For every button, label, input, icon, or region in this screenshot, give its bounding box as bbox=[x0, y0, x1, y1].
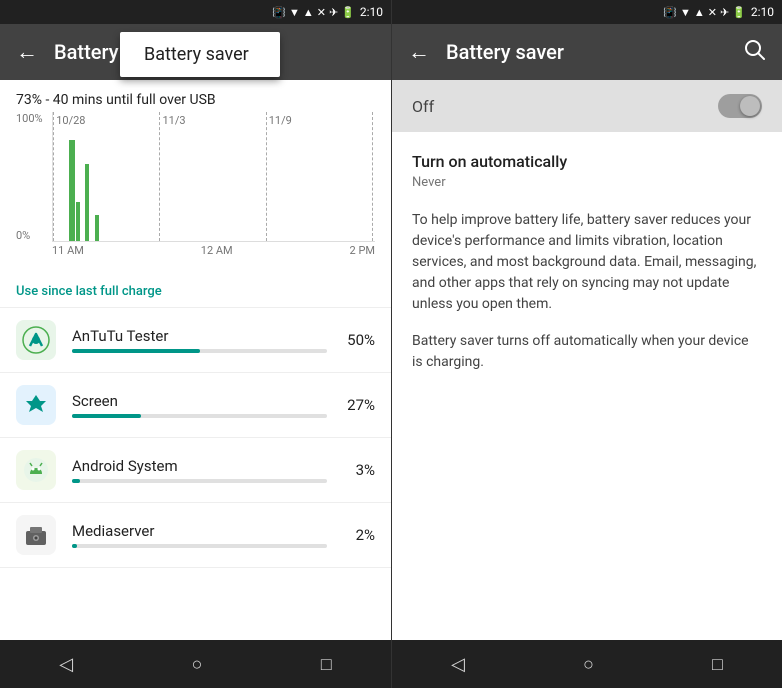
antutu-pct: 50% bbox=[339, 331, 375, 349]
antutu-bar-fill bbox=[72, 349, 200, 353]
x-label-3: 2 PM bbox=[350, 244, 375, 257]
android-system-bar-container bbox=[72, 479, 327, 483]
date-label-3: 11/9 bbox=[269, 114, 292, 127]
antutu-bar-container bbox=[72, 349, 327, 353]
mediaserver-info: Mediaserver bbox=[72, 522, 327, 548]
r-battery-icon: 🔋 bbox=[732, 6, 746, 19]
battery-saver-toggle[interactable] bbox=[718, 94, 762, 118]
left-bottom-nav: ◁ ○ □ bbox=[0, 640, 391, 688]
android-system-pct: 3% bbox=[339, 461, 375, 479]
r-wifi-icon: ▲ bbox=[694, 6, 705, 19]
battery-status-text: 73% - 40 mins until full over USB bbox=[0, 80, 391, 112]
antutu-name: AnTuTu Tester bbox=[72, 327, 327, 345]
left-back-button[interactable]: ← bbox=[16, 39, 38, 65]
search-icon[interactable] bbox=[744, 39, 766, 66]
r-vibrate-icon: 📳 bbox=[663, 6, 677, 19]
right-back-nav[interactable]: ◁ bbox=[451, 654, 465, 675]
info-text-2: Battery saver turns off automatically wh… bbox=[412, 331, 762, 373]
android-system-bar-fill bbox=[72, 479, 80, 483]
screen-bar-fill bbox=[72, 414, 141, 418]
nosim-icon: ✕ bbox=[317, 6, 326, 19]
vibrate-icon: 📳 bbox=[272, 6, 286, 19]
right-toolbar: ← Battery saver bbox=[392, 24, 782, 80]
left-status-bar: 📳 ▼ ▲ ✕ ✈ 🔋 2:10 bbox=[0, 0, 391, 24]
screen-name: Screen bbox=[72, 392, 327, 410]
right-title: Battery saver bbox=[446, 40, 744, 64]
bar-3 bbox=[85, 164, 89, 241]
airplane-icon: ✈ bbox=[329, 6, 338, 19]
left-toolbar: ← Battery Battery saver bbox=[0, 24, 391, 80]
chart-x-labels: 11 AM 12 AM 2 PM bbox=[52, 242, 375, 259]
right-status-bar: 📳 ▼ ▲ ✕ ✈ 🔋 2:10 bbox=[392, 0, 782, 24]
dashed-line-2 bbox=[159, 112, 160, 241]
date-label-1: 10/28 bbox=[56, 114, 85, 127]
battery-saver-dropdown[interactable]: Battery saver bbox=[120, 32, 280, 77]
antutu-info: AnTuTu Tester bbox=[72, 327, 327, 353]
right-panel: 📳 ▼ ▲ ✕ ✈ 🔋 2:10 ← Battery saver Off Tur… bbox=[391, 0, 782, 688]
app-item-android-system[interactable]: Android System 3% bbox=[0, 438, 391, 503]
right-recent-nav[interactable]: □ bbox=[712, 654, 723, 675]
android-system-name: Android System bbox=[72, 457, 327, 475]
mediaserver-name: Mediaserver bbox=[72, 522, 327, 540]
auto-on-title: Turn on automatically bbox=[412, 152, 762, 171]
mediaserver-pct: 2% bbox=[339, 526, 375, 544]
r-airplane-icon: ✈ bbox=[720, 6, 729, 19]
right-back-button[interactable]: ← bbox=[408, 39, 430, 65]
x-label-1: 11 AM bbox=[52, 244, 84, 257]
y-label-0: 0% bbox=[16, 229, 43, 242]
left-panel: 📳 ▼ ▲ ✕ ✈ 🔋 2:10 ← Battery Battery saver… bbox=[0, 0, 391, 688]
auto-on-subtitle: Never bbox=[412, 175, 762, 190]
right-status-icons: 📳 ▼ ▲ ✕ ✈ 🔋 2:10 bbox=[663, 5, 774, 19]
bar-1 bbox=[69, 140, 75, 241]
android-system-info: Android System bbox=[72, 457, 327, 483]
right-bottom-nav: ◁ ○ □ bbox=[392, 640, 782, 688]
r-signal-icon: ▼ bbox=[680, 6, 691, 19]
left-status-icons: 📳 ▼ ▲ ✕ ✈ 🔋 2:10 bbox=[272, 5, 383, 19]
right-home-nav[interactable]: ○ bbox=[583, 654, 594, 675]
x-label-2: 12 AM bbox=[201, 244, 233, 257]
dropdown-label[interactable]: Battery saver bbox=[144, 44, 249, 65]
left-time: 2:10 bbox=[360, 5, 383, 19]
android-system-icon bbox=[16, 450, 56, 490]
chart-y-labels: 100% 0% bbox=[16, 112, 43, 242]
bar-2 bbox=[76, 202, 80, 241]
battery-saver-toggle-row: Off bbox=[392, 80, 782, 132]
right-time: 2:10 bbox=[751, 5, 774, 19]
app-item-screen[interactable]: Screen 27% bbox=[0, 373, 391, 438]
dashed-line-3 bbox=[266, 112, 267, 241]
app-item-mediaserver[interactable]: Mediaserver 2% bbox=[0, 503, 391, 568]
r-nosim-icon: ✕ bbox=[708, 6, 717, 19]
chart-container: 10/28 11/3 11/9 bbox=[52, 112, 375, 242]
bar-4 bbox=[95, 215, 99, 241]
app-item-antutu[interactable]: AnTuTu Tester 50% bbox=[0, 308, 391, 373]
signal-icon: ▼ bbox=[289, 6, 300, 19]
left-title: Battery bbox=[54, 40, 118, 64]
antutu-icon bbox=[16, 320, 56, 360]
app-list: AnTuTu Tester 50% Screen 27% bbox=[0, 308, 391, 640]
dashed-line-4 bbox=[372, 112, 373, 241]
right-content: Turn on automatically Never To help impr… bbox=[392, 132, 782, 640]
mediaserver-bar-fill bbox=[72, 544, 77, 548]
dashed-line-1 bbox=[53, 112, 54, 241]
left-home-nav[interactable]: ○ bbox=[192, 654, 203, 675]
screen-bar-container bbox=[72, 414, 327, 418]
date-label-2: 11/3 bbox=[162, 114, 185, 127]
mediaserver-icon bbox=[16, 515, 56, 555]
left-recent-nav[interactable]: □ bbox=[321, 654, 332, 675]
left-back-nav[interactable]: ◁ bbox=[59, 654, 73, 675]
wifi-icon: ▲ bbox=[303, 6, 314, 19]
toggle-label: Off bbox=[412, 97, 434, 116]
info-text-1: To help improve battery life, battery sa… bbox=[412, 210, 762, 315]
screen-icon bbox=[16, 385, 56, 425]
screen-pct: 27% bbox=[339, 396, 375, 414]
y-label-100: 100% bbox=[16, 112, 43, 125]
battery-chart: 100% 0% 10/28 11/3 11/9 11 AM 12 AM 2 PM bbox=[0, 112, 391, 272]
screen-info: Screen bbox=[72, 392, 327, 418]
battery-icon: 🔋 bbox=[341, 6, 355, 19]
mediaserver-bar-container bbox=[72, 544, 327, 548]
use-since-link[interactable]: Use since last full charge bbox=[0, 276, 391, 308]
